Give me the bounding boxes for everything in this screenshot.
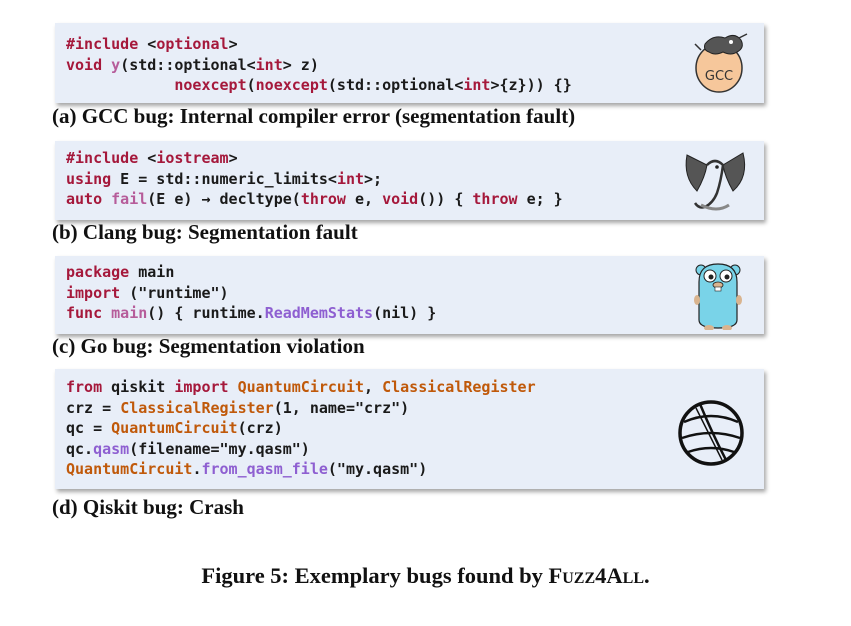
code-token: (nil) } [373, 304, 437, 322]
code-token: void [382, 190, 419, 208]
code-token: < [138, 35, 157, 53]
code-token: (std::optional< [120, 55, 256, 74]
code-token: ( [246, 76, 256, 94]
code-token: y [111, 55, 121, 74]
code-line: func main() { runtime.ReadMemStats(nil) … [66, 303, 436, 324]
code-token: ClassicalRegister [382, 378, 536, 396]
code-line: void y(std::optional<int> z) [66, 55, 572, 76]
tool-name: Fuzz4All [548, 563, 645, 588]
code-token: main [111, 304, 148, 322]
code-token: qasm [93, 439, 130, 458]
code-token: void [66, 55, 103, 74]
caption-b: (b) Clang bug: Segmentation fault [52, 220, 358, 244]
code-token: iostream [156, 149, 229, 167]
gcc-logo-text: GCC [705, 69, 733, 84]
code-token: (E e) → decltype( [147, 190, 301, 208]
code-token: package [66, 263, 130, 281]
caption-c: (c) Go bug: Segmentation violation [52, 334, 365, 358]
code-line: #include <optional> [66, 34, 572, 55]
code-line: qc = QuantumCircuit(crz) [66, 418, 536, 439]
code-token: ("runtime") [120, 283, 229, 302]
code-token: fail [111, 190, 148, 208]
code-token: optional [156, 35, 229, 53]
code-block-gcc: #include <optional> void y(std::optional<… [55, 23, 764, 103]
code-line: from qiskit import QuantumCircuit, Class… [66, 377, 536, 398]
code-token: main [129, 263, 175, 281]
code-token: using [66, 169, 112, 188]
code-token: noexcept [255, 76, 328, 94]
code-token: #include [66, 35, 139, 53]
code-token: E = std::numeric_limits< [111, 169, 337, 188]
code-token: () { runtime. [147, 304, 265, 322]
code-token: >{z})) {} [490, 76, 572, 94]
code-token: import [174, 378, 229, 396]
code-listing: package main import ("runtime") func main(… [66, 262, 436, 324]
code-token: > [228, 35, 238, 53]
code-token: int [336, 169, 365, 188]
figure-caption-prefix: Figure 5: Exemplary bugs found by [201, 563, 549, 588]
code-token: qc = [66, 419, 112, 437]
code-line: noexcept(noexcept(std::optional<int>{z})… [66, 75, 572, 96]
code-line: qc.qasm(filename="my.qasm") [66, 439, 536, 460]
code-line: auto fail(E e) → decltype(throw e, void(… [66, 189, 563, 210]
code-token: , [364, 378, 383, 396]
code-token: int [463, 76, 491, 94]
code-line: crz = ClassicalRegister(1, name="crz") [66, 398, 536, 419]
code-token: QuantumCircuit [111, 419, 238, 437]
code-line: using E = std::numeric_limits<int>; [66, 169, 563, 190]
code-token: ClassicalRegister [120, 398, 274, 417]
code-token: >; [364, 169, 383, 188]
code-token: import [66, 283, 121, 302]
code-line: import ("runtime") [66, 283, 436, 304]
code-token: (filename="my.qasm") [129, 439, 310, 458]
code-line: #include <iostream> [66, 148, 563, 169]
code-token: func [66, 304, 103, 322]
code-block-clang: #include <iostream> using E = std::numeri… [55, 141, 764, 220]
code-token: ("my.qasm") [327, 460, 428, 478]
code-token: throw [472, 190, 518, 208]
code-token: qc. [66, 439, 94, 458]
code-block-qiskit: from qiskit import QuantumCircuit, Class… [55, 369, 764, 489]
code-listing: #include <iostream> using E = std::numeri… [66, 148, 563, 210]
code-token: e, [345, 190, 383, 208]
code-listing: from qiskit import QuantumCircuit, Class… [66, 377, 536, 480]
code-line: QuantumCircuit.from_qasm_file("my.qasm") [66, 459, 536, 480]
code-token: qiskit [102, 378, 175, 396]
code-line: package main [66, 262, 436, 283]
code-token: from [66, 378, 103, 396]
code-token: ReadMemStats [264, 304, 374, 322]
code-token: from_qasm_file [201, 460, 328, 478]
code-token: < [138, 149, 157, 167]
figure-caption-suffix: . [644, 563, 650, 588]
code-token: > z) [282, 55, 319, 74]
go-gopher-icon [694, 263, 742, 330]
code-token: noexcept [174, 76, 247, 94]
code-token: auto [66, 190, 103, 208]
code-token: (std::optional< [327, 76, 464, 94]
code-listing: #include <optional> void y(std::optional<… [66, 34, 572, 96]
code-token: ()) { [418, 190, 473, 208]
code-token: throw [300, 190, 346, 208]
code-token: e; } [517, 190, 563, 208]
code-token: QuantumCircuit [66, 460, 193, 478]
qiskit-icon [678, 400, 744, 466]
caption-d: (d) Qiskit bug: Crash [52, 495, 244, 519]
code-token: int [255, 55, 283, 74]
code-token: crz = [66, 398, 121, 417]
caption-a: (a) GCC bug: Internal compiler error (se… [52, 104, 576, 128]
figure-caption: Figure 5: Exemplary bugs found by Fuzz4A… [0, 563, 851, 589]
gcc-logo-icon: GCC [694, 33, 748, 93]
clang-dragon-icon [685, 152, 746, 211]
code-token: > [228, 149, 238, 167]
code-block-go: package main import ("runtime") func main(… [55, 256, 764, 334]
code-token: (crz) [237, 419, 283, 437]
code-token: #include [66, 149, 139, 167]
code-token: (1, name="crz") [273, 398, 410, 417]
code-token: QuantumCircuit [237, 378, 365, 396]
